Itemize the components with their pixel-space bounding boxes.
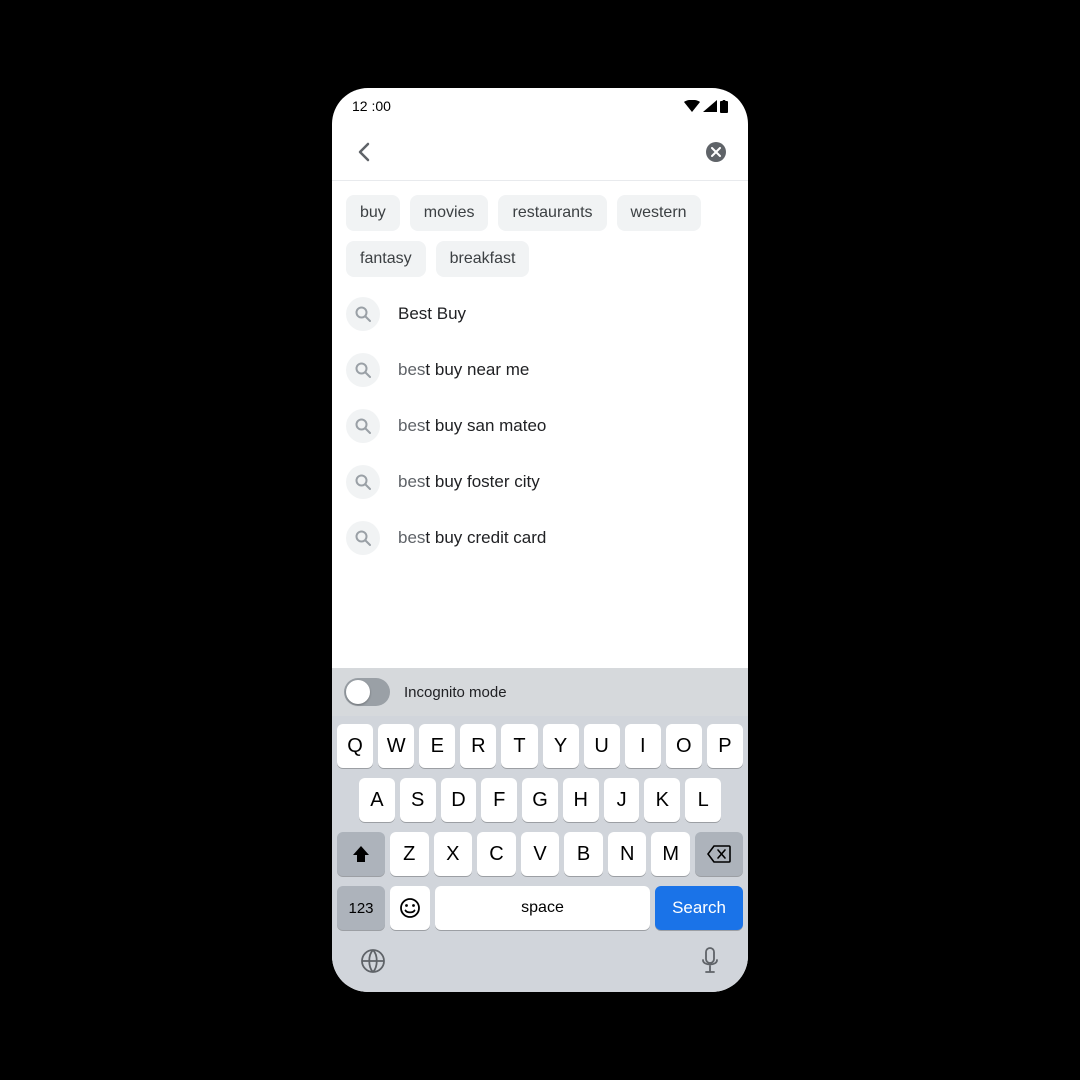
suggestion-text: best buy credit card xyxy=(398,528,546,548)
suggestions-list: Best Buy best buy near me best buy san mat… xyxy=(332,287,748,668)
key-j[interactable]: J xyxy=(604,778,640,822)
key-t[interactable]: T xyxy=(501,724,537,768)
chevron-left-icon xyxy=(357,142,371,162)
keyboard-bottom-bar xyxy=(332,940,748,992)
key-k[interactable]: K xyxy=(644,778,680,822)
key-v[interactable]: V xyxy=(521,832,560,876)
suggestion-chips: buy moviesrestaurants western fantasy breakf… xyxy=(332,181,748,287)
chip[interactable]: fantasy xyxy=(346,241,426,277)
kbd-row-1: QWERTYUIOP xyxy=(337,724,743,768)
status-icons xyxy=(684,100,728,113)
key-n[interactable]: N xyxy=(608,832,647,876)
key-x[interactable]: X xyxy=(434,832,473,876)
incognito-toggle[interactable] xyxy=(344,678,390,706)
globe-button[interactable] xyxy=(360,948,386,979)
key-u[interactable]: U xyxy=(584,724,620,768)
shift-key[interactable] xyxy=(337,832,385,876)
key-q[interactable]: Q xyxy=(337,724,373,768)
key-g[interactable]: G xyxy=(522,778,558,822)
key-f[interactable]: F xyxy=(481,778,517,822)
suggestion-text: best buy near me xyxy=(398,360,529,380)
suggestion-text: best buy san mateo xyxy=(398,416,546,436)
search-nav-bar xyxy=(332,124,748,180)
key-s[interactable]: S xyxy=(400,778,436,822)
key-h[interactable]: H xyxy=(563,778,599,822)
backspace-key[interactable] xyxy=(695,832,743,876)
kbd-row-2: ASDFGHJKL xyxy=(337,778,743,822)
chip[interactable]: breakfast xyxy=(436,241,530,277)
numbers-key[interactable]: 123 xyxy=(337,886,385,930)
close-icon xyxy=(706,142,726,162)
phone-screen: 12 :00 buy moviesrestaurants western fantas… xyxy=(332,88,748,992)
shift-icon xyxy=(351,844,371,864)
soft-keyboard: QWERTYUIOP ASDFGHJKL ZXCVBNM 123 space S… xyxy=(332,716,748,940)
key-w[interactable]: W xyxy=(378,724,414,768)
suggestion-row[interactable]: best buy san mateo xyxy=(346,409,734,443)
key-d[interactable]: D xyxy=(441,778,477,822)
search-icon xyxy=(346,521,380,555)
suggestion-text: Best Buy xyxy=(398,304,466,324)
key-b[interactable]: B xyxy=(564,832,603,876)
key-z[interactable]: Z xyxy=(390,832,429,876)
space-key[interactable]: space xyxy=(435,886,650,930)
globe-icon xyxy=(360,948,386,974)
back-button[interactable] xyxy=(350,138,378,166)
key-p[interactable]: P xyxy=(707,724,743,768)
clear-button[interactable] xyxy=(702,138,730,166)
phone-frame: 12 :00 buy moviesrestaurants western fantas… xyxy=(324,80,756,1000)
backspace-icon xyxy=(707,845,731,863)
key-r[interactable]: R xyxy=(460,724,496,768)
emoji-icon xyxy=(399,897,421,919)
chip[interactable]: restaurants xyxy=(498,195,606,231)
key-e[interactable]: E xyxy=(419,724,455,768)
cell-signal-icon xyxy=(703,100,717,112)
kbd-row-3: ZXCVBNM xyxy=(337,832,743,876)
suggestion-row[interactable]: best buy near me xyxy=(346,353,734,387)
battery-icon xyxy=(720,100,728,113)
status-bar: 12 :00 xyxy=(332,88,748,124)
search-icon xyxy=(346,353,380,387)
search-icon xyxy=(346,409,380,443)
clock: 12 :00 xyxy=(352,98,391,114)
suggestion-row[interactable]: best buy credit card xyxy=(346,521,734,555)
chip[interactable]: movies xyxy=(410,195,489,231)
wifi-icon xyxy=(684,100,700,112)
kbd-row-4: 123 space Search xyxy=(337,886,743,930)
key-o[interactable]: O xyxy=(666,724,702,768)
key-m[interactable]: M xyxy=(651,832,690,876)
mic-icon xyxy=(700,947,720,975)
mic-button[interactable] xyxy=(700,947,720,980)
suggestion-text: best buy foster city xyxy=(398,472,540,492)
emoji-key[interactable] xyxy=(390,886,430,930)
key-y[interactable]: Y xyxy=(543,724,579,768)
suggestion-row[interactable]: best buy foster city xyxy=(346,465,734,499)
incognito-label: Incognito mode xyxy=(404,684,507,701)
incognito-bar: Incognito mode xyxy=(332,668,748,716)
chip[interactable]: western xyxy=(617,195,701,231)
key-i[interactable]: I xyxy=(625,724,661,768)
search-icon xyxy=(346,465,380,499)
chip[interactable]: buy xyxy=(346,195,400,231)
search-key[interactable]: Search xyxy=(655,886,743,930)
key-l[interactable]: L xyxy=(685,778,721,822)
key-a[interactable]: A xyxy=(359,778,395,822)
search-icon xyxy=(346,297,380,331)
key-c[interactable]: C xyxy=(477,832,516,876)
suggestion-row[interactable]: Best Buy xyxy=(346,297,734,331)
toggle-knob xyxy=(346,680,370,704)
